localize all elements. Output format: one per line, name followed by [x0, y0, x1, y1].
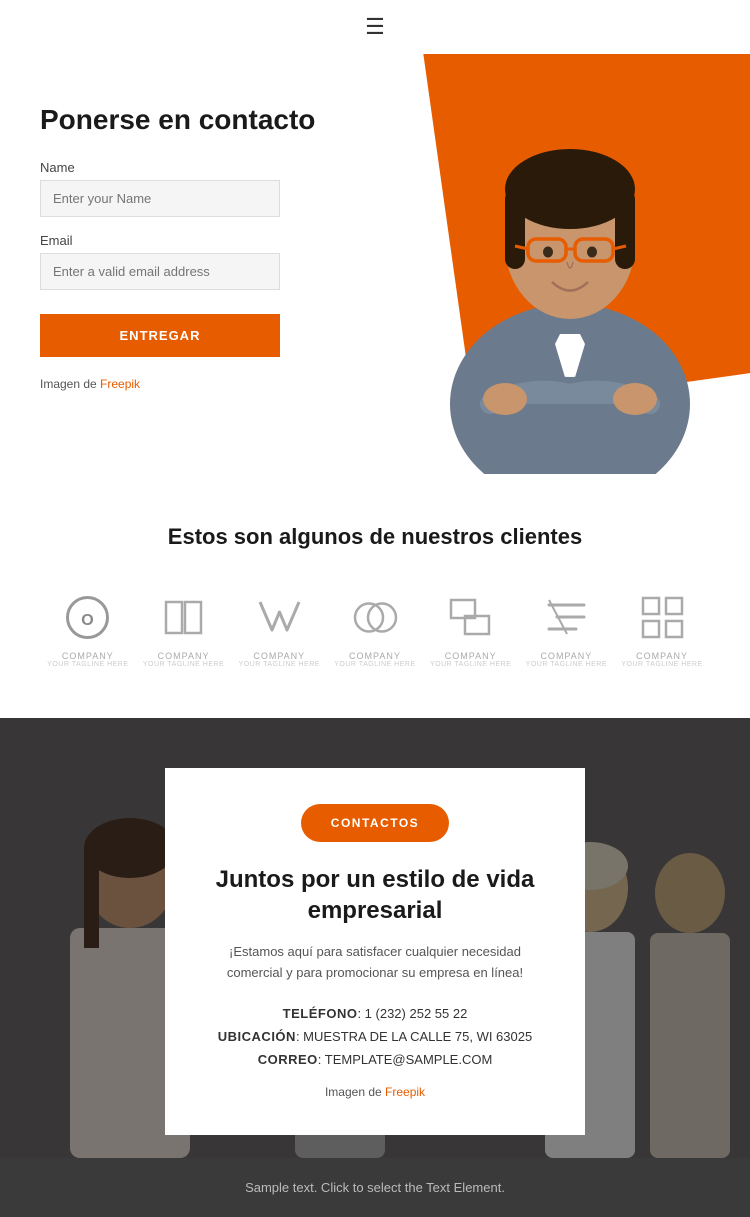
- email-value: : TEMPLATE@SAMPLE.COM: [318, 1052, 493, 1067]
- list-item: O COMPANY YOUR TAGLINE HERE: [40, 590, 135, 668]
- footer-text[interactable]: Sample text. Click to select the Text El…: [22, 1180, 728, 1195]
- hamburger-icon[interactable]: ☰: [365, 14, 385, 40]
- hero-section: Ponerse en contacto Name Email ENTREGAR …: [0, 54, 750, 474]
- hero-image-area: [320, 54, 750, 474]
- logo-sub: YOUR TAGLINE HERE: [334, 661, 415, 668]
- email-info: CORREO: TEMPLATE@SAMPLE.COM: [205, 1052, 545, 1067]
- location-label: UBICACIÓN: [218, 1029, 296, 1044]
- email-label: CORREO: [258, 1052, 318, 1067]
- contact-freepik-link[interactable]: Freepik: [385, 1085, 425, 1099]
- clients-logos: O COMPANY YOUR TAGLINE HERE COMPANY YOUR…: [40, 590, 710, 668]
- logo-sub: YOUR TAGLINE HERE: [526, 661, 607, 668]
- contact-card: CONTACTOS Juntos por un estilo de vida e…: [165, 768, 585, 1135]
- freepik-credit: Imagen de Freepik: [40, 377, 360, 391]
- list-item: COMPANY YOUR TAGLINE HERE: [327, 590, 422, 668]
- svg-text:O: O: [82, 612, 94, 629]
- logo-name: COMPANY: [158, 651, 210, 661]
- list-item: COMPANY YOUR TAGLINE HERE: [423, 590, 518, 668]
- contact-card-description: ¡Estamos aquí para satisfacer cualquier …: [205, 942, 545, 984]
- contact-button[interactable]: CONTACTOS: [301, 804, 449, 842]
- footer: Sample text. Click to select the Text El…: [0, 1158, 750, 1217]
- clients-title: Estos son algunos de nuestros clientes: [40, 524, 710, 550]
- logo-sub: YOUR TAGLINE HERE: [47, 661, 128, 668]
- logo-sub: YOUR TAGLINE HERE: [239, 661, 320, 668]
- logo-name: COMPANY: [62, 651, 114, 661]
- email-label: Email: [40, 233, 360, 248]
- logo-name: COMPANY: [349, 651, 401, 661]
- logo-name: COMPANY: [636, 651, 688, 661]
- list-item: COMPANY YOUR TAGLINE HERE: [232, 590, 327, 668]
- navbar: ☰: [0, 0, 750, 54]
- email-form-group: Email: [40, 233, 360, 290]
- phone-value: : 1 (232) 252 55 22: [357, 1006, 467, 1021]
- hero-title: Ponerse en contacto: [40, 104, 360, 136]
- list-item: COMPANY YOUR TAGLINE HERE: [136, 590, 231, 668]
- list-item: COMPANY YOUR TAGLINE HERE: [519, 590, 614, 668]
- clients-section: Estos son algunos de nuestros clientes O…: [0, 474, 750, 718]
- email-input[interactable]: [40, 253, 280, 290]
- location-value: : MUESTRA DE LA CALLE 75, WI 63025: [296, 1029, 532, 1044]
- list-item: COMPANY YOUR TAGLINE HERE: [615, 590, 710, 668]
- contact-freepik-credit: Imagen de Freepik: [205, 1085, 545, 1099]
- name-form-group: Name: [40, 160, 360, 217]
- phone-label: TELÉFONO: [283, 1006, 358, 1021]
- name-input[interactable]: [40, 180, 280, 217]
- logo-sub: YOUR TAGLINE HERE: [430, 661, 511, 668]
- contact-card-title: Juntos por un estilo de vida empresarial: [205, 864, 545, 926]
- name-label: Name: [40, 160, 360, 175]
- hero-form: Ponerse en contacto Name Email ENTREGAR …: [40, 84, 360, 434]
- freepik-link[interactable]: Freepik: [100, 377, 140, 391]
- phone-info: TELÉFONO: 1 (232) 252 55 22: [205, 1006, 545, 1021]
- logo-name: COMPANY: [445, 651, 497, 661]
- hero-person-image: [390, 74, 750, 474]
- submit-button[interactable]: ENTREGAR: [40, 314, 280, 357]
- logo-sub: YOUR TAGLINE HERE: [143, 661, 224, 668]
- logo-name: COMPANY: [540, 651, 592, 661]
- location-info: UBICACIÓN: MUESTRA DE LA CALLE 75, WI 63…: [205, 1029, 545, 1044]
- contact-banner-section: CONTACTOS Juntos por un estilo de vida e…: [0, 718, 750, 1158]
- logo-name: COMPANY: [253, 651, 305, 661]
- logo-sub: YOUR TAGLINE HERE: [621, 661, 702, 668]
